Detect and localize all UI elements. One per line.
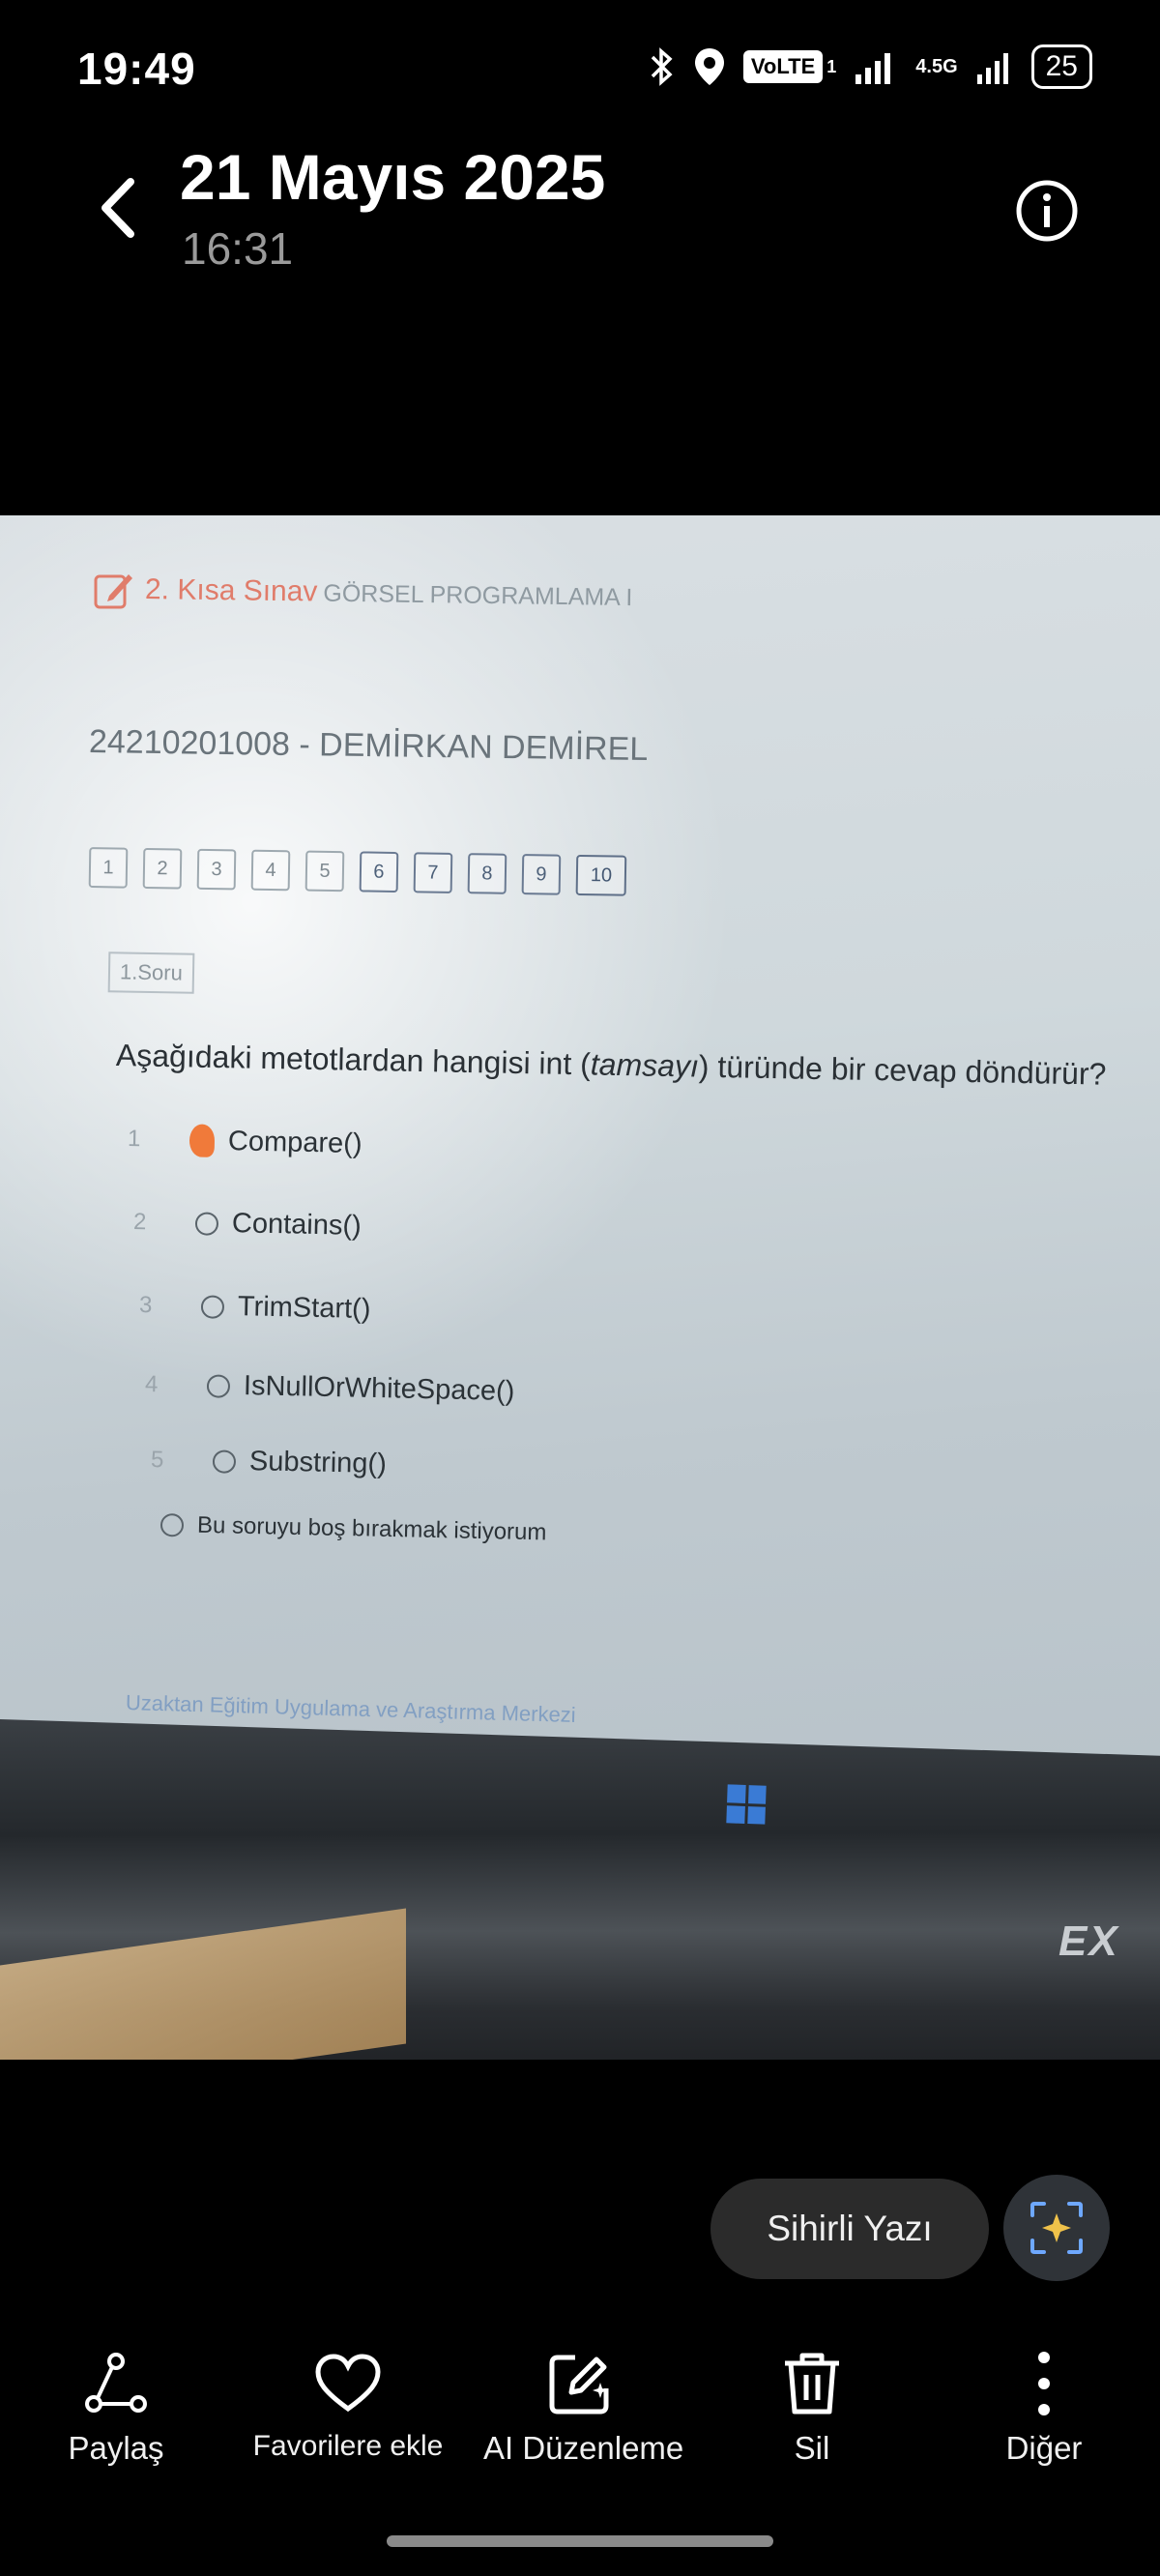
battery-indicator: 25 — [1030, 44, 1092, 89]
quiz-title: 2. Kısa Sınav GÖRSEL PROGRAMLAMA I — [145, 573, 633, 613]
status-bar: 19:49 VoLTE 1 4.5G 25 — [0, 0, 1160, 135]
location-icon — [694, 48, 724, 85]
share-button[interactable]: Paylaş — [19, 2345, 213, 2467]
question-nav-button[interactable]: 3 — [196, 848, 237, 891]
question-nav-button[interactable]: 5 — [304, 850, 345, 893]
more-label: Diğer — [1005, 2430, 1083, 2466]
radio-icon[interactable] — [194, 1211, 219, 1236]
option-label: Compare() — [227, 1125, 362, 1159]
bluetooth-icon — [651, 47, 673, 86]
answer-option[interactable]: 5 Substring() — [151, 1444, 387, 1480]
skip-option[interactable]: Bu soruyu boş bırakmak istiyorum — [160, 1511, 547, 1546]
share-label: Paylaş — [68, 2430, 164, 2466]
share-icon — [85, 2353, 147, 2413]
question-tag: 1.Soru — [107, 951, 195, 994]
delete-label: Sil — [794, 2430, 830, 2466]
edit-note-icon — [94, 574, 132, 609]
student-info: 24210201008 - DEMİRKAN DEMİREL — [88, 723, 649, 769]
ai-sparkle-button[interactable] — [1003, 2175, 1110, 2281]
radio-icon[interactable] — [212, 1449, 237, 1474]
laptop-brand: EX — [1058, 1917, 1119, 1965]
radio-icon[interactable] — [206, 1373, 231, 1398]
question-nav-button[interactable]: 4 — [250, 849, 291, 892]
option-label: Contains() — [231, 1208, 362, 1242]
question-nav-button[interactable]: 8 — [467, 853, 508, 894]
course-name: GÖRSEL PROGRAMLAMA I — [323, 579, 633, 612]
favorite-label: Favorilere ekle — [252, 2430, 444, 2462]
more-vertical-icon — [1038, 2352, 1050, 2415]
question-nav-button[interactable]: 1 — [88, 847, 129, 889]
radio-icon[interactable] — [160, 1513, 185, 1537]
heart-icon — [315, 2354, 381, 2413]
option-number: 2 — [132, 1208, 147, 1235]
signal-2-icon — [976, 53, 1008, 84]
option-label: IsNullOrWhiteSpace() — [243, 1370, 515, 1408]
ai-sparkle-icon — [1030, 2202, 1083, 2254]
ai-edit-icon — [549, 2355, 609, 2415]
question-nav-button[interactable]: 10 — [575, 854, 627, 896]
status-time: 19:49 — [77, 44, 196, 94]
option-label: Substring() — [248, 1446, 388, 1480]
trash-icon — [785, 2353, 839, 2415]
photo-viewer[interactable]: 2. Kısa Sınav GÖRSEL PROGRAMLAMA I 242102… — [0, 515, 1160, 2060]
volte-badge: VoLTE — [742, 50, 824, 83]
question-nav-button[interactable]: 2 — [142, 847, 183, 890]
favorite-button[interactable]: Favorilere ekle — [251, 2345, 445, 2463]
ai-edit-button[interactable]: AI Düzenleme — [483, 2345, 684, 2467]
option-number: 5 — [150, 1446, 164, 1473]
back-arrow-icon[interactable] — [92, 174, 150, 242]
answer-option[interactable]: 3 TrimStart() — [139, 1289, 371, 1326]
photo-date: 21 Mayıs 2025 — [180, 141, 606, 213]
magic-text-button[interactable]: Sihirli Yazı — [710, 2179, 989, 2279]
answer-option[interactable]: 2 Contains() — [133, 1206, 362, 1243]
network-type: 4.5G — [915, 55, 958, 77]
sim-index: 1 — [826, 56, 837, 76]
radio-icon[interactable] — [200, 1294, 225, 1319]
more-button[interactable]: Diğer — [947, 2345, 1141, 2467]
question-navigator: 1 2 3 4 5 6 7 8 9 10 — [88, 847, 627, 896]
status-icons: VoLTE 1 4.5G 25 — [649, 44, 1092, 89]
question-text-italic: tamsayı — [590, 1046, 700, 1084]
home-indicator[interactable] — [387, 2535, 773, 2547]
skip-option-label: Bu soruyu boş bırakmak istiyorum — [196, 1511, 547, 1546]
radio-selected-icon[interactable] — [188, 1124, 216, 1157]
footer-text: Uzaktan Eğitim Uygulama ve Araştırma Mer… — [125, 1690, 577, 1728]
delete-button[interactable]: Sil — [715, 2345, 909, 2467]
ai-edit-label: AI Düzenleme — [483, 2430, 684, 2466]
answer-option[interactable]: 1 Compare() — [128, 1123, 362, 1160]
option-number: 4 — [144, 1370, 159, 1397]
option-number: 1 — [127, 1126, 141, 1153]
windows-logo-icon — [726, 1784, 767, 1825]
option-label: TrimStart() — [237, 1291, 371, 1326]
photo-time: 16:31 — [182, 223, 294, 274]
info-icon[interactable] — [1015, 179, 1079, 243]
question-nav-button[interactable]: 9 — [521, 854, 562, 895]
question-nav-button[interactable]: 6 — [359, 851, 399, 893]
question-text-part: ) türünde bir cevap döndürür? — [698, 1048, 1107, 1092]
quiz-title-text: 2. Kısa Sınav — [144, 573, 318, 608]
question-nav-button[interactable]: 7 — [413, 852, 453, 893]
option-number: 3 — [138, 1291, 153, 1318]
signal-icon — [856, 53, 891, 84]
